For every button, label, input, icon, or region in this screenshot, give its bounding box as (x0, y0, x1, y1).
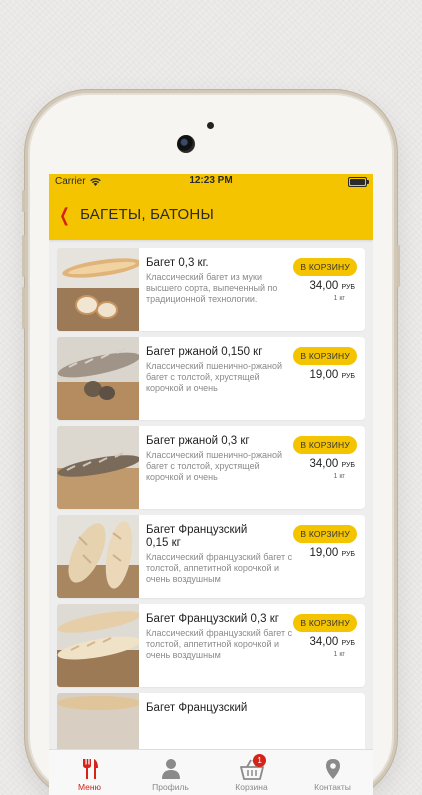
fork-knife-icon (82, 759, 98, 779)
product-description: Классический французский багет с толстой… (146, 628, 293, 660)
price-currency: РУБ (341, 462, 355, 469)
proximity-sensor (207, 122, 214, 129)
page-title: БАГЕТЫ, БАТОНЫ (80, 206, 214, 223)
product-description: Классический пшенично-ржаной багет с тол… (146, 361, 283, 393)
product-image-baguette (57, 248, 139, 331)
tab-contacts-label: Контакты (314, 782, 351, 792)
price-currency: РУБ (341, 551, 355, 558)
product-description: Классический французский багет с толстой… (146, 552, 293, 584)
add-to-cart-button[interactable]: В КОРЗИНУ (293, 436, 357, 454)
product-list: Багет 0,3 кг. Классический багет из муки… (49, 240, 373, 776)
add-to-cart-button[interactable]: В КОРЗИНУ (293, 258, 357, 276)
product-unit: 1 кг (333, 473, 345, 480)
tab-bar: Меню Профиль 1 Корзина Контакты (49, 749, 373, 795)
chevron-left-icon[interactable]: ❮ (59, 206, 70, 224)
product-price: 19,00 РУБ (309, 547, 355, 559)
phone-frame: Carrier 12:23 PM ❮ БАГЕТЫ, БАТОНЫ Багет … (22, 95, 400, 795)
product-price: 34,00 РУБ (309, 458, 355, 470)
tab-contacts[interactable]: Контакты (292, 750, 373, 795)
product-price: 19,00 РУБ (309, 369, 355, 381)
volume-down-button (22, 287, 25, 329)
tab-menu[interactable]: Меню (49, 750, 130, 795)
nav-bar: ❮ БАГЕТЫ, БАТОНЫ (49, 189, 373, 240)
volume-up-button (22, 235, 25, 277)
tab-profile-label: Профиль (152, 782, 189, 792)
product-card[interactable]: Багет ржаной 0,3 кг Классический пшеничн… (57, 426, 365, 509)
add-to-cart-button[interactable]: В КОРЗИНУ (293, 614, 357, 632)
cart-count-badge: 1 (253, 754, 267, 767)
product-price: 34,00 РУБ (309, 636, 355, 648)
product-title: Багет ржаной 0,150 кг (146, 346, 263, 358)
product-card[interactable]: Багет ржаной 0,150 кг Классический пшени… (57, 337, 365, 420)
tab-menu-label: Меню (78, 782, 101, 792)
add-to-cart-button[interactable]: В КОРЗИНУ (293, 525, 357, 543)
product-price: 34,00 РУБ (309, 280, 355, 292)
location-pin-icon (325, 759, 340, 779)
battery-icon (348, 177, 369, 187)
price-value: 19,00 (309, 547, 339, 559)
product-description: Классический багет из муки высшего сорта… (146, 272, 278, 304)
tab-cart-label: Корзина (235, 782, 268, 792)
product-card[interactable]: Багет Французский 0,3 кг Классический фр… (57, 604, 365, 687)
power-button (397, 245, 400, 287)
product-title: Багет Французский 0,15 кг (146, 524, 248, 549)
price-value: 34,00 (309, 458, 339, 470)
product-image-french-baguette (57, 515, 139, 598)
front-camera (177, 135, 195, 153)
product-image-rye-baguette (57, 426, 139, 509)
price-value: 34,00 (309, 636, 339, 648)
volume-button (22, 190, 25, 212)
person-icon (161, 759, 180, 779)
product-image-french-baguette (57, 604, 139, 687)
product-title: Багет 0,3 кг. (146, 257, 209, 269)
add-to-cart-button[interactable]: В КОРЗИНУ (293, 347, 357, 365)
price-value: 19,00 (309, 369, 339, 381)
price-currency: РУБ (341, 284, 355, 291)
price-currency: РУБ (341, 373, 355, 380)
product-image-rye-baguette (57, 337, 139, 420)
product-title: Багет Французский (146, 702, 248, 714)
price-currency: РУБ (341, 640, 355, 647)
tab-profile[interactable]: Профиль (130, 750, 211, 795)
tab-cart[interactable]: 1 Корзина (211, 750, 292, 795)
product-title: Багет Французский 0,3 кг (146, 613, 279, 625)
product-unit: 1 кг (333, 651, 345, 658)
product-description: Классический пшенично-ржаной багет с тол… (146, 450, 283, 482)
product-card[interactable]: Багет Французский 0,15 кг Классический ф… (57, 515, 365, 598)
price-value: 34,00 (309, 280, 339, 292)
product-card[interactable]: Багет 0,3 кг. Классический багет из муки… (57, 248, 365, 331)
product-title: Багет ржаной 0,3 кг (146, 435, 250, 447)
status-time: 12:23 PM (189, 175, 233, 186)
product-unit: 1 кг (333, 295, 345, 302)
app-screen: Carrier 12:23 PM ❮ БАГЕТЫ, БАТОНЫ Багет … (49, 174, 373, 795)
status-bar: Carrier 12:23 PM (49, 174, 373, 189)
